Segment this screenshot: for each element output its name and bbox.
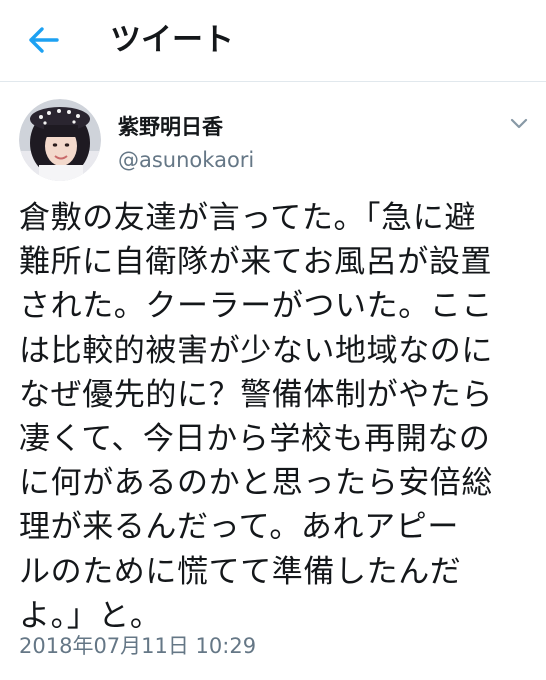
- tweet-menu-button[interactable]: [505, 110, 533, 138]
- tweet-text-line: 理が来るんだって。あれアピー: [19, 509, 459, 546]
- author-display-name[interactable]: 紫野明日香: [118, 113, 223, 141]
- tweet-text-line: 難所に自衛隊が来てお風呂が設置: [19, 244, 493, 281]
- profile-avatar-icon: [19, 99, 101, 181]
- tweet-text-line: 倉敷の友達が言ってた。「急に避: [19, 200, 476, 236]
- arrow-left-icon: [29, 27, 59, 53]
- avatar[interactable]: [19, 99, 101, 181]
- top-bar: ツイート: [0, 0, 546, 82]
- tweet-text-line: は比較的被害が少ない地域なのに: [19, 332, 493, 369]
- tweet-text-line: 凄くて、今日から学校も再開なの: [19, 421, 491, 458]
- back-button[interactable]: [22, 18, 66, 62]
- tweet-text-line: された。クーラーがついた。ここ: [19, 288, 493, 325]
- tweet-text-line: に何があるのかと思ったら安倍総: [19, 465, 493, 502]
- page-title: ツイート: [110, 22, 234, 58]
- tweet-timestamp[interactable]: 2018年07月11日 10:29: [19, 632, 256, 660]
- author-handle[interactable]: @asunokaori: [118, 146, 254, 174]
- tweet-text: 倉敷の友達が言ってた。「急に避 難所に自衛隊が来てお風呂が設置 された。クーラー…: [19, 196, 531, 638]
- tweet-text-line: なぜ優先的に？警備体制がやたら: [19, 376, 493, 413]
- chevron-down-icon: [510, 118, 528, 129]
- tweet-text-line: ルのために慌てて準備したんだ: [19, 553, 462, 590]
